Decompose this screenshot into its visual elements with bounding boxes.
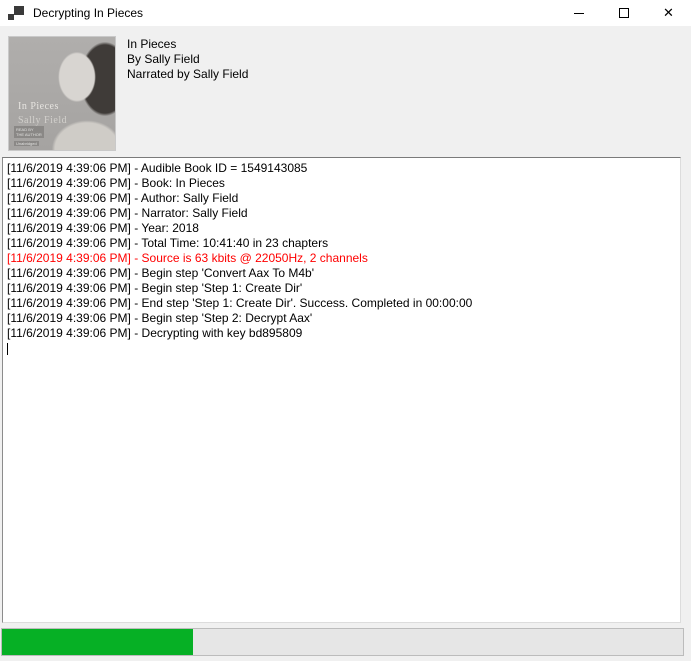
maximize-button[interactable] bbox=[601, 0, 646, 26]
book-title: In Pieces bbox=[127, 37, 248, 52]
app-window: Decrypting In Pieces ✕ In Pieces Sally F… bbox=[0, 0, 691, 661]
minimize-icon bbox=[574, 13, 584, 14]
text-caret-line bbox=[7, 341, 676, 356]
cover-title-text: In Pieces bbox=[18, 101, 59, 112]
progress-bar bbox=[1, 628, 684, 656]
book-narrator: Narrated by Sally Field bbox=[127, 67, 248, 82]
minimize-button[interactable] bbox=[556, 0, 601, 26]
maximize-icon bbox=[619, 8, 629, 18]
close-button[interactable]: ✕ bbox=[646, 0, 691, 26]
app-icon-square-large bbox=[14, 6, 24, 15]
close-icon: ✕ bbox=[663, 7, 674, 20]
log-line: [11/6/2019 4:39:06 PM] - Total Time: 10:… bbox=[7, 236, 676, 251]
log-line: [11/6/2019 4:39:06 PM] - Book: In Pieces bbox=[7, 176, 676, 191]
log-output[interactable]: [11/6/2019 4:39:06 PM] - Audible Book ID… bbox=[2, 157, 681, 623]
log-line: [11/6/2019 4:39:06 PM] - Begin step 'Ste… bbox=[7, 311, 676, 326]
log-line: [11/6/2019 4:39:06 PM] - Decrypting with… bbox=[7, 326, 676, 341]
book-cover-image: In Pieces Sally Field READ BY THE AUTHOR… bbox=[8, 36, 116, 151]
cover-read-by-badge: READ BY THE AUTHOR bbox=[14, 126, 44, 138]
cover-author-text: Sally Field bbox=[18, 115, 67, 126]
log-line: [11/6/2019 4:39:06 PM] - Begin step 'Con… bbox=[7, 266, 676, 281]
book-author: By Sally Field bbox=[127, 52, 248, 67]
app-icon-square-small bbox=[8, 14, 14, 20]
app-icon bbox=[8, 6, 24, 20]
log-line: [11/6/2019 4:39:06 PM] - Source is 63 kb… bbox=[7, 251, 676, 266]
log-line: [11/6/2019 4:39:06 PM] - Author: Sally F… bbox=[7, 191, 676, 206]
log-line: [11/6/2019 4:39:06 PM] - End step 'Step … bbox=[7, 296, 676, 311]
log-line: [11/6/2019 4:39:06 PM] - Audible Book ID… bbox=[7, 161, 676, 176]
title-bar: Decrypting In Pieces ✕ bbox=[0, 0, 691, 26]
book-info: In Pieces By Sally Field Narrated by Sal… bbox=[127, 37, 248, 82]
cover-edition-badge: Unabridged bbox=[14, 141, 39, 146]
log-line: [11/6/2019 4:39:06 PM] - Narrator: Sally… bbox=[7, 206, 676, 221]
window-title: Decrypting In Pieces bbox=[33, 6, 143, 20]
log-line: [11/6/2019 4:39:06 PM] - Begin step 'Ste… bbox=[7, 281, 676, 296]
caption-buttons: ✕ bbox=[556, 0, 691, 26]
progress-bar-fill bbox=[2, 629, 193, 655]
log-line: [11/6/2019 4:39:06 PM] - Year: 2018 bbox=[7, 221, 676, 236]
text-caret bbox=[7, 343, 8, 355]
